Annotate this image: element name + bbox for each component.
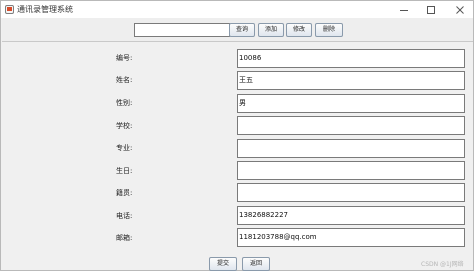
- phone-field[interactable]: [237, 206, 465, 225]
- title-bar[interactable]: 通讯录管理系统: [1, 1, 473, 18]
- add-button[interactable]: 添加: [258, 23, 284, 37]
- phone-label: 电话:: [116, 212, 133, 220]
- email-label: 邮箱:: [116, 234, 133, 242]
- birthday-label: 生日:: [116, 167, 133, 175]
- window-title: 通讯录管理系统: [17, 5, 73, 14]
- search-input[interactable]: [134, 23, 230, 37]
- major-field[interactable]: [237, 139, 465, 158]
- name-field[interactable]: [237, 71, 465, 90]
- query-button[interactable]: 查询: [229, 23, 255, 37]
- close-icon[interactable]: [447, 1, 473, 18]
- birthday-field[interactable]: [237, 161, 465, 180]
- delete-button[interactable]: 删除: [315, 23, 343, 37]
- submit-button[interactable]: 提交: [209, 257, 237, 271]
- maximize-icon[interactable]: [418, 1, 444, 18]
- gender-field[interactable]: [237, 94, 465, 113]
- java-app-icon: [5, 5, 14, 14]
- edit-button[interactable]: 修改: [286, 23, 312, 37]
- minimize-icon[interactable]: [391, 1, 417, 18]
- watermark-text: CSDN @1J网络: [421, 261, 464, 268]
- id-field[interactable]: [237, 49, 465, 68]
- major-label: 专业:: [116, 144, 133, 152]
- app-window: 通讯录管理系统 查询 添加 修改 删除 编号: 姓名: 性别: 学校: 专业: …: [0, 0, 474, 271]
- back-button[interactable]: 返回: [242, 257, 270, 271]
- school-label: 学校:: [116, 122, 133, 130]
- gender-label: 性别:: [116, 99, 133, 107]
- school-field[interactable]: [237, 116, 465, 135]
- hometown-label: 籍贯:: [116, 189, 133, 197]
- id-label: 编号:: [116, 54, 133, 62]
- email-field[interactable]: [237, 228, 465, 247]
- hometown-field[interactable]: [237, 183, 465, 202]
- name-label: 姓名:: [116, 76, 133, 84]
